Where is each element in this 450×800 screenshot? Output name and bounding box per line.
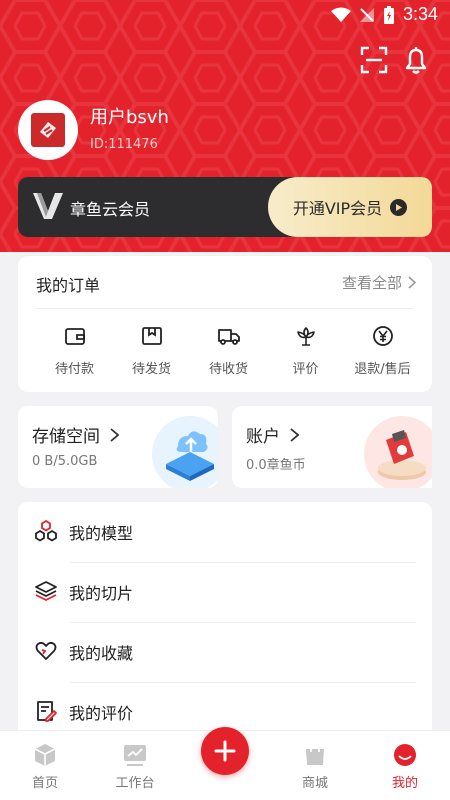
- tab-label: 工作台: [115, 776, 155, 791]
- tab-home[interactable]: 首页: [0, 731, 90, 800]
- chevron-right-icon: [110, 427, 119, 442]
- avatar-logo-icon: [31, 113, 65, 147]
- layers-icon: [35, 581, 57, 601]
- status-time: 3:34: [402, 4, 438, 24]
- tab-shop[interactable]: 商城: [270, 731, 360, 800]
- storage-title-label: 存储空间: [32, 427, 100, 447]
- storage-card[interactable]: 存储空间 0 B/5.0GB: [18, 406, 218, 488]
- tab-label: 商城: [301, 776, 328, 791]
- bell-icon[interactable]: [400, 44, 432, 76]
- menu-item-label: 我的收藏: [69, 644, 134, 663]
- storage-title: 存储空间: [32, 422, 119, 447]
- view-all-orders-link[interactable]: 查看全部: [342, 272, 416, 293]
- wifi-icon: [330, 7, 351, 22]
- account-value: 0.0章鱼币: [246, 458, 306, 473]
- status-bar: 3:34: [0, 0, 450, 32]
- view-all-label: 查看全部: [341, 274, 402, 292]
- models-icon: [35, 519, 57, 542]
- cube-icon: [34, 744, 56, 766]
- account-card[interactable]: 账户 0.0章鱼币: [232, 406, 432, 488]
- wallet-icon: [64, 328, 85, 345]
- user-id: ID:111476: [90, 137, 158, 152]
- menu-item-my-models[interactable]: 我的模型: [18, 502, 432, 562]
- add-button[interactable]: [201, 727, 249, 775]
- orders-card: 我的订单 查看全部 待付款 待发货 待收货 评价 退款/售后: [18, 256, 432, 392]
- order-label: 待发货: [131, 362, 171, 377]
- tab-label: 首页: [31, 776, 58, 791]
- order-review[interactable]: 评价: [267, 324, 344, 377]
- order-label: 待付款: [54, 362, 94, 377]
- open-vip-label: 开通VIP会员: [292, 199, 383, 218]
- tab-mine[interactable]: 我的: [360, 731, 450, 800]
- menu-item-my-favorites[interactable]: 我的收藏: [18, 622, 432, 682]
- battery-icon: [383, 5, 394, 24]
- chevron-right-icon: [408, 276, 416, 289]
- signal-icon: [359, 7, 374, 22]
- order-pending-shipment[interactable]: 待发货: [113, 324, 190, 377]
- chevron-right-icon: [290, 427, 299, 442]
- vip-name: 章鱼云会员: [70, 200, 151, 219]
- package-icon: [141, 327, 162, 345]
- yen-refund-icon: [372, 326, 393, 346]
- account-title-label: 账户: [246, 427, 280, 447]
- divider: [36, 308, 414, 309]
- storage-value: 0 B/5.0GB: [32, 454, 98, 469]
- orders-title: 我的订单: [36, 276, 101, 295]
- menu-item-label: 我的切片: [69, 584, 134, 603]
- truck-icon: [217, 329, 240, 345]
- order-pending-payment[interactable]: 待付款: [36, 324, 113, 377]
- order-label: 退款/售后: [354, 362, 411, 377]
- tab-label: 我的: [391, 776, 418, 791]
- coin-wallet-illustration: [364, 416, 432, 488]
- username[interactable]: 用户bsvh: [90, 103, 169, 129]
- tab-workbench[interactable]: 工作台: [90, 731, 180, 800]
- menu-card: 我的模型 我的切片 我的收藏 我的评价: [18, 502, 432, 742]
- open-vip-button[interactable]: 开通VIP会员: [268, 177, 432, 237]
- menu-item-label: 我的评价: [69, 704, 134, 723]
- order-label: 待收货: [208, 362, 248, 377]
- workbench-icon: [124, 745, 146, 766]
- order-refund[interactable]: 退款/售后: [344, 324, 421, 377]
- cloud-storage-illustration: [152, 416, 218, 488]
- scan-icon[interactable]: [358, 44, 390, 76]
- account-title: 账户: [246, 422, 299, 447]
- vip-banner[interactable]: 章鱼云会员 开通VIP会员: [18, 177, 432, 237]
- review-icon: [37, 701, 57, 722]
- avatar[interactable]: [18, 100, 78, 160]
- shop-bag-icon: [306, 745, 324, 765]
- menu-item-label: 我的模型: [69, 524, 134, 543]
- order-label: 评价: [292, 362, 319, 377]
- play-icon: [390, 198, 408, 216]
- menu-item-my-slices[interactable]: 我的切片: [18, 562, 432, 622]
- vip-logo-icon: [33, 193, 63, 219]
- flower-icon: [296, 327, 315, 346]
- heart-icon: [35, 641, 57, 660]
- order-pending-receipt[interactable]: 待收货: [190, 324, 267, 377]
- plus-icon: [214, 740, 236, 762]
- profile-icon: [394, 744, 416, 766]
